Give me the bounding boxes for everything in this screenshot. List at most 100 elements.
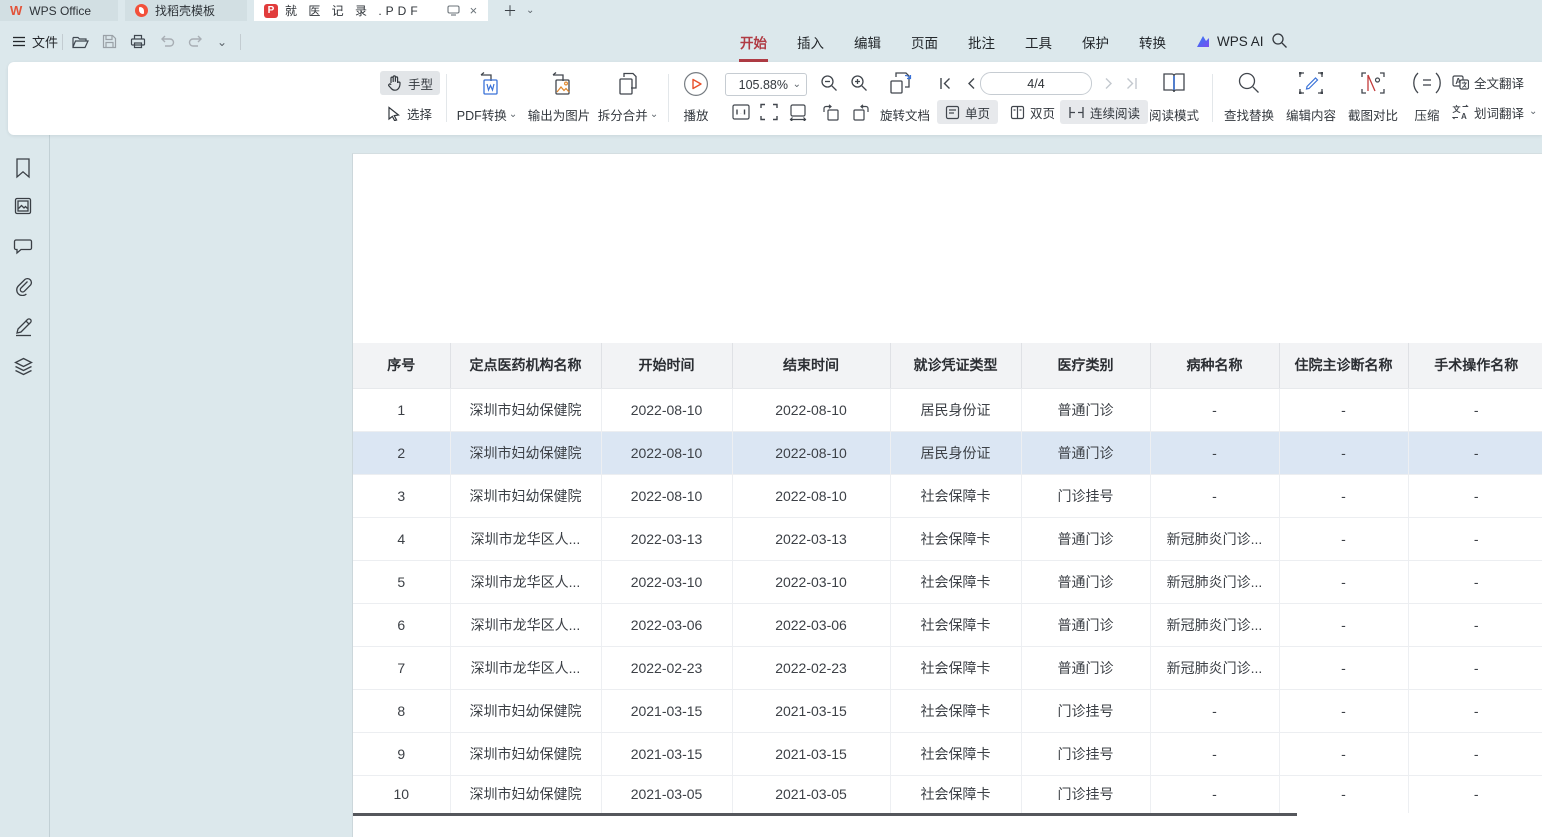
save-icon[interactable] bbox=[102, 34, 117, 49]
single-page-toggle[interactable]: 单页 bbox=[937, 100, 998, 124]
swap-pages-icon bbox=[888, 71, 915, 95]
pdf-file-icon: P bbox=[264, 4, 278, 18]
cell-medical-category: 门诊挂号 bbox=[1021, 732, 1150, 775]
attachments-panel-icon[interactable] bbox=[13, 276, 37, 300]
annotate-pen-panel-icon[interactable] bbox=[13, 316, 37, 340]
menu-item[interactable]: 编辑 bbox=[853, 30, 882, 54]
menu-item[interactable]: 页面 bbox=[910, 30, 939, 54]
replace-pages-button[interactable] bbox=[886, 70, 916, 96]
file-menu-label: 文件 bbox=[32, 32, 58, 51]
cell-medical-category: 普通门诊 bbox=[1021, 388, 1150, 431]
tab-label: WPS Office bbox=[29, 4, 91, 18]
menu-item[interactable]: 批注 bbox=[967, 30, 996, 54]
export-as-image-button[interactable]: 输出为图片 bbox=[524, 69, 594, 127]
zoom-out-button[interactable] bbox=[818, 72, 840, 94]
split-merge-button[interactable]: 拆分合并⌄ bbox=[596, 69, 660, 127]
cell-credential-type: 社会保障卡 bbox=[890, 732, 1021, 775]
fit-page-button[interactable] bbox=[758, 101, 780, 123]
tab-document-pdf[interactable]: P 就 医 记 录 .PDF × bbox=[254, 0, 488, 21]
search-icon[interactable] bbox=[1271, 32, 1288, 49]
cell-disease-name: 新冠肺炎门诊... bbox=[1150, 560, 1279, 603]
pdf-convert-icon bbox=[475, 71, 500, 97]
hand-tool-button[interactable]: 手型 bbox=[380, 71, 440, 95]
play-button[interactable]: 播放 bbox=[674, 69, 718, 127]
pdf-convert-button[interactable]: PDF转换⌄ bbox=[452, 69, 522, 127]
rotate-right-button[interactable] bbox=[850, 101, 872, 123]
cell-main-diagnosis: - bbox=[1279, 560, 1408, 603]
new-tab-icon[interactable]: ＋ bbox=[503, 1, 517, 21]
zoom-in-button[interactable] bbox=[848, 72, 870, 94]
previous-page-icon bbox=[966, 77, 976, 90]
menu-item[interactable]: 插入 bbox=[796, 30, 825, 54]
rotate-document-button[interactable]: 旋转文档 bbox=[880, 105, 930, 124]
compress-button[interactable]: 压缩 bbox=[1404, 69, 1450, 127]
column-header: 就诊凭证类型 bbox=[890, 343, 1021, 388]
book-icon bbox=[1161, 71, 1187, 95]
cell-index: 2 bbox=[353, 431, 450, 474]
read-mode-button[interactable]: 阅读模式 bbox=[1146, 69, 1202, 127]
select-tool-button[interactable]: 选择 bbox=[380, 101, 439, 125]
cell-institution: 深圳市龙华区人... bbox=[450, 603, 601, 646]
tab-list-chevron-icon[interactable]: ⌄ bbox=[526, 6, 534, 16]
tab-docer-templates[interactable]: 找稻壳模板 bbox=[125, 0, 247, 21]
word-translate-button[interactable]: 文 A 划词翻译 ⌄ bbox=[1452, 101, 1537, 123]
cell-operation-name: - bbox=[1408, 732, 1542, 775]
chevron-down-icon: ⌄ bbox=[509, 110, 517, 120]
screenshot-compare-button[interactable]: 截图对比 bbox=[1342, 69, 1404, 127]
menu-item[interactable]: 开始 bbox=[739, 30, 768, 54]
layers-panel-icon[interactable] bbox=[13, 356, 37, 380]
cell-index: 9 bbox=[353, 732, 450, 775]
cell-disease-name: - bbox=[1150, 474, 1279, 517]
undo-icon[interactable] bbox=[159, 35, 175, 48]
open-file-icon[interactable] bbox=[72, 35, 89, 49]
cell-institution: 深圳市龙华区人... bbox=[450, 560, 601, 603]
pdf-convert-label: PDF转换 bbox=[457, 105, 507, 124]
compress-icon bbox=[1413, 71, 1441, 95]
rotate-left-button[interactable] bbox=[820, 101, 842, 123]
cell-index: 10 bbox=[353, 775, 450, 813]
cell-main-diagnosis: - bbox=[1279, 689, 1408, 732]
cell-operation-name: - bbox=[1408, 474, 1542, 517]
tab-label: 就 医 记 录 .PDF bbox=[285, 2, 422, 19]
file-menu-button[interactable]: 文件 bbox=[12, 21, 58, 62]
tab-wps-office[interactable]: W WPS Office bbox=[0, 0, 118, 21]
fit-width-button[interactable] bbox=[787, 101, 809, 123]
zoom-level-control[interactable]: 105.88% ⌄ bbox=[725, 73, 807, 96]
cell-main-diagnosis: - bbox=[1279, 732, 1408, 775]
document-workspace: 序号定点医药机构名称开始时间结束时间就诊凭证类型医疗类别病种名称住院主诊断名称手… bbox=[51, 135, 1542, 837]
page-number-input[interactable]: 4/4 bbox=[980, 72, 1092, 95]
actual-size-button[interactable] bbox=[730, 101, 752, 123]
column-header: 医疗类别 bbox=[1021, 343, 1150, 388]
menu-item[interactable]: 工具 bbox=[1024, 30, 1053, 54]
cell-end-date: 2022-03-10 bbox=[732, 560, 890, 603]
find-replace-button[interactable]: 查找替换 bbox=[1218, 69, 1280, 127]
bookmarks-panel-icon[interactable] bbox=[13, 157, 37, 181]
close-tab-icon[interactable]: × bbox=[470, 3, 478, 18]
menu-item[interactable]: 保护 bbox=[1081, 30, 1110, 54]
docer-logo-icon bbox=[135, 4, 148, 17]
redo-icon[interactable] bbox=[188, 35, 204, 48]
enter-focus-mode-icon[interactable] bbox=[447, 5, 460, 16]
cell-operation-name: - bbox=[1408, 603, 1542, 646]
cell-operation-name: - bbox=[1408, 517, 1542, 560]
full-text-translate-button[interactable]: A 全文翻译 bbox=[1452, 71, 1524, 93]
cell-start-date: 2021-03-05 bbox=[601, 775, 732, 813]
first-page-button[interactable] bbox=[934, 72, 956, 94]
continuous-reading-toggle[interactable]: 连续阅读 bbox=[1060, 100, 1148, 124]
edit-content-button[interactable]: 编辑内容 bbox=[1280, 69, 1342, 127]
next-page-button[interactable] bbox=[1098, 72, 1120, 94]
last-page-button[interactable] bbox=[1120, 72, 1142, 94]
cell-index: 8 bbox=[353, 689, 450, 732]
cursor-icon bbox=[387, 106, 401, 121]
cell-medical-category: 普通门诊 bbox=[1021, 517, 1150, 560]
quick-access-chevron-icon[interactable]: ⌄ bbox=[217, 36, 227, 48]
menu-item[interactable]: 转换 bbox=[1138, 30, 1167, 54]
comments-panel-icon[interactable] bbox=[13, 237, 37, 261]
cell-operation-name: - bbox=[1408, 431, 1542, 474]
print-icon[interactable] bbox=[130, 34, 146, 49]
thumbnails-panel-icon[interactable] bbox=[13, 196, 37, 220]
previous-page-button[interactable] bbox=[960, 72, 982, 94]
cell-operation-name: - bbox=[1408, 560, 1542, 603]
menu-item-wps-ai[interactable]: WPS AI bbox=[1196, 21, 1264, 62]
cell-medical-category: 门诊挂号 bbox=[1021, 474, 1150, 517]
